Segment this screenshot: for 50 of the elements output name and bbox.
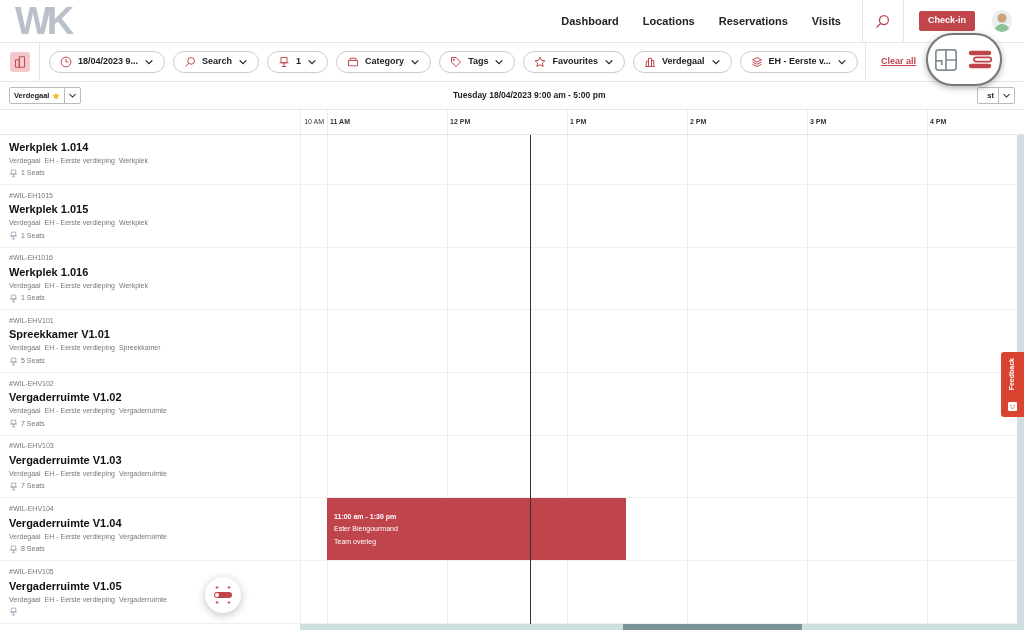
nav-link[interactable]: Reservations	[718, 12, 788, 30]
chair-icon	[9, 294, 18, 304]
resource-name[interactable]: Vergaderruimte V1.03	[9, 453, 300, 467]
chair-icon	[278, 56, 291, 68]
chair-icon	[9, 168, 18, 178]
chevron-down-icon	[68, 91, 78, 100]
search-icon	[184, 56, 197, 68]
resource-name[interactable]: Werkplek 1.016	[9, 265, 300, 279]
clock-icon	[60, 56, 72, 68]
floating-toggle-button[interactable]	[205, 577, 241, 613]
clear-all-link[interactable]: Clear all	[881, 55, 917, 69]
chevron-down-icon	[410, 57, 421, 67]
chair-icon	[9, 231, 18, 241]
toggle-icon[interactable]	[967, 49, 993, 70]
chevron-down-icon	[1002, 91, 1011, 100]
building-button[interactable]	[9, 52, 30, 72]
toggle-icon	[211, 583, 235, 607]
chair-icon	[9, 544, 18, 554]
search-icon[interactable]	[875, 13, 891, 29]
check-in-button[interactable]: Check-in	[919, 11, 975, 31]
chevron-down-icon	[307, 57, 318, 67]
tag-icon	[450, 56, 463, 68]
resource-name[interactable]: Spreekkamer V1.01	[9, 328, 300, 342]
star-icon	[534, 56, 547, 68]
chair-icon	[9, 419, 18, 429]
resource-name[interactable]: Werkplek 1.015	[9, 203, 300, 217]
horizontal-scrollbar[interactable]	[300, 624, 1024, 630]
resource-name[interactable]: Vergaderruimte V1.04	[9, 516, 300, 530]
nav-link[interactable]: Locations	[642, 12, 695, 30]
chevron-down-icon	[710, 57, 721, 67]
tray-icon	[347, 56, 360, 68]
building-icon	[13, 56, 26, 68]
chevron-down-icon	[144, 57, 155, 67]
smiley-icon	[1008, 402, 1017, 411]
nav-link[interactable]: Dashboard	[561, 12, 619, 30]
grid-layout-icon[interactable]	[935, 48, 957, 71]
chevron-down-icon	[238, 57, 249, 67]
resource-name[interactable]: Vergaderruimte V1.05	[9, 579, 300, 593]
nav-link[interactable]: Visits	[811, 12, 841, 30]
chair-icon	[9, 482, 18, 492]
date-range: Tuesday 18/04/2023 9:00 am - 5:00 pm	[453, 89, 606, 102]
chair-icon	[9, 607, 18, 617]
resource-name[interactable]: Werkplek 1.014	[9, 140, 300, 154]
chevron-down-icon	[494, 57, 505, 67]
chevron-down-icon	[604, 57, 614, 67]
building-icon	[644, 56, 656, 68]
resource-name[interactable]: Vergaderruimte V1.02	[9, 391, 300, 405]
chair-icon	[9, 356, 18, 366]
layers-icon	[750, 56, 763, 68]
chevron-down-icon	[836, 57, 847, 67]
